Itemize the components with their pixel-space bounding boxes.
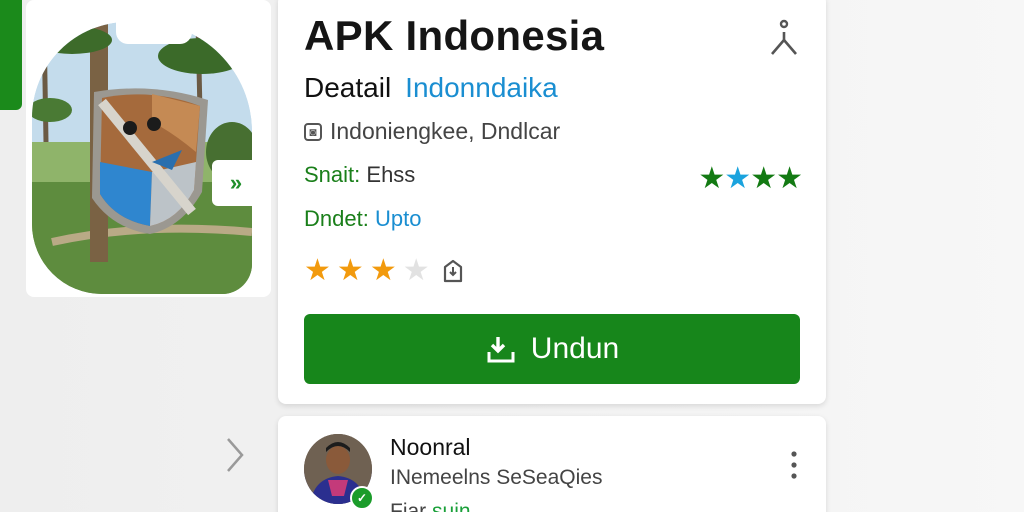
verified-badge-icon: ✓ [350,486,374,510]
app-screenshot-image[interactable] [32,22,252,294]
review-extra-green: suin [432,500,471,512]
user-rating-stars[interactable]: ★ ★ ★ ★ [304,256,464,286]
review-author-subtitle: INemeelns SeSeaQies [390,466,603,489]
hero-illustration [32,22,252,294]
app-detail-card: APK Indonesia Deatail Indonndaika ◙ Indon… [278,0,826,404]
star-icon: ★ [776,162,803,195]
developer-name: Indoniengkee, Dndlcar [330,118,561,144]
review-extra-line: Fiar suin [390,500,471,512]
star-empty-icon[interactable]: ★ [403,256,430,286]
field1-label: Snait: [304,162,361,187]
subtitle-label: Deatail [304,72,392,103]
chevron-right-icon[interactable] [224,436,246,474]
app-hero-image-panel: » [26,0,271,297]
developer-icon: ◙ [304,122,322,141]
hero-top-tab [116,0,192,44]
field1-value: Ehss [366,162,416,187]
info-row-1: Snait: Ehss [304,162,415,188]
review-author-name[interactable]: Noonral [390,434,471,461]
info-row-2: Dndet: Upto [304,206,421,232]
developer-line: ◙ Indoniengkee, Dndlcar [304,118,560,145]
app-title: APK Indonesia [304,12,605,59]
star-icon: ★ [750,162,777,195]
more-vertical-icon[interactable] [790,450,798,480]
star-filled-icon[interactable]: ★ [337,256,364,286]
download-label: Undun [530,332,620,365]
star-filled-icon[interactable]: ★ [370,256,397,286]
field2-label: Dndet: [304,206,369,231]
app-subtitle: Deatail Indonndaika [304,72,558,104]
double-chevron-right-icon: » [229,170,242,195]
review-extra-prefix: Fiar [390,500,427,512]
bookmark-icon[interactable] [442,259,464,283]
review-card: ✓ Noonral INemeelns SeSeaQies Fiar suin [278,416,826,512]
rating-stars-green: ★★★★ [698,162,803,195]
field2-value[interactable]: Upto [375,206,421,231]
share-icon[interactable] [768,18,800,58]
star-icon: ★ [724,162,751,195]
download-button[interactable]: Undun [304,314,800,384]
forward-arrow-button[interactable]: » [212,160,256,206]
green-edge-tab [0,0,22,110]
star-icon: ★ [698,162,725,195]
download-icon [487,337,515,363]
star-filled-icon[interactable]: ★ [304,256,331,286]
page: » APK Indonesia Deatail Indonndaika ◙ Ind… [0,0,1024,512]
subtitle-accent-link[interactable]: Indonndaika [405,72,558,103]
